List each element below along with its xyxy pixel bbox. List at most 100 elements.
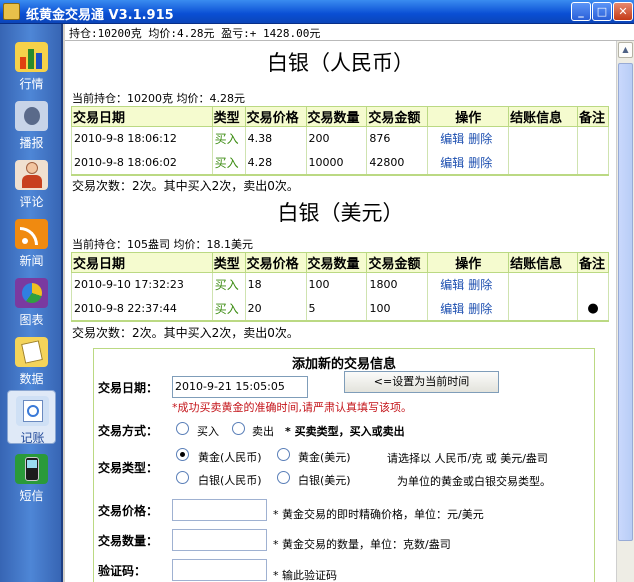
sidebar-item-data[interactable]: 数据 <box>7 332 56 386</box>
radio-gold-usd[interactable] <box>277 448 290 461</box>
radio-silver-rmb-label: 白银(人民币) <box>198 474 262 487</box>
set-current-time-button[interactable]: <=设置为当前时间 <box>344 371 499 393</box>
radio-silver-rmb[interactable] <box>176 471 189 484</box>
trade-date: 2010-9-10 17:32:23 <box>71 272 213 297</box>
sidebar-item-label: 数据 <box>19 372 44 386</box>
sidebar-item-label: 行情 <box>19 77 44 91</box>
title-bar: 纸黄金交易通 V3.1.915 _ □ ✕ <box>0 0 634 24</box>
row-operations: 编辑 删除 <box>427 126 510 151</box>
trade-price-input[interactable] <box>172 499 267 521</box>
trade-price: 4.28 <box>244 150 307 176</box>
row-operations: 编辑 删除 <box>427 296 510 322</box>
column-header: 交易金额 <box>366 252 429 273</box>
trade-amount: 100 <box>366 296 429 322</box>
position-summary: 持仓:10200克 均价:4.28元 盈亏:+ 1428.00元 <box>69 27 321 40</box>
minimize-button[interactable]: _ <box>571 2 591 21</box>
sidebar-item-label: 播报 <box>19 136 44 150</box>
table-row: 2010-9-8 18:06:02 买入 4.28 10000 42800 编辑… <box>71 150 610 176</box>
delete-link[interactable]: 删除 <box>468 132 492 146</box>
sidebar: 行情 播报 评论 新闻 图表 数据 记账 短信 <box>0 24 63 582</box>
edit-link[interactable]: 编辑 <box>440 278 464 292</box>
close-button[interactable]: ✕ <box>613 2 633 21</box>
sidebar-item-label: 评论 <box>19 195 44 209</box>
radio-gold-usd-label: 黄金(美元) <box>298 451 351 464</box>
ledger-content: 白银（人民币） 当前持仓：10200克 均价：4.28元 交易日期 类型 交易价… <box>65 41 616 582</box>
column-header: 类型 <box>211 106 246 127</box>
table-row: 2010-9-10 17:32:23 买入 18 100 1800 编辑 删除 <box>71 272 610 297</box>
section-title-silver-rmb: 白银（人民币） <box>267 51 414 75</box>
edit-link[interactable]: 编辑 <box>440 302 464 316</box>
trade-type: 买入 <box>211 296 246 322</box>
sidebar-item-label: 图表 <box>19 313 44 327</box>
note-marker: ● <box>576 296 610 322</box>
column-header: 类型 <box>211 252 246 273</box>
delete-link[interactable]: 删除 <box>468 156 492 170</box>
sidebar-item-label: 新闻 <box>19 254 44 268</box>
radio-gold-rmb-label: 黄金(人民币) <box>198 451 262 464</box>
sidebar-item-sms[interactable]: 短信 <box>7 449 56 503</box>
trade-qty-input[interactable] <box>172 529 267 551</box>
trade-date: 2010-9-8 18:06:12 <box>71 126 213 151</box>
column-header: 结账信息 <box>508 106 578 127</box>
delete-link[interactable]: 删除 <box>468 302 492 316</box>
scroll-thumb[interactable] <box>618 63 633 541</box>
sidebar-item-quotes[interactable]: 行情 <box>7 37 56 91</box>
column-header: 交易日期 <box>71 106 213 127</box>
sidebar-item-ledger[interactable]: 记账 <box>7 390 56 445</box>
column-header: 交易日期 <box>71 252 213 273</box>
trade-note <box>576 126 610 151</box>
trade-note <box>576 150 610 176</box>
edit-link[interactable]: 编辑 <box>440 132 464 146</box>
trade-date: 2010-9-8 22:37:44 <box>71 296 213 322</box>
trade-price: 4.38 <box>244 126 307 151</box>
radio-gold-rmb[interactable] <box>176 448 189 461</box>
radio-sell[interactable] <box>232 422 245 435</box>
user-comment-icon <box>15 160 48 190</box>
delete-link[interactable]: 删除 <box>468 278 492 292</box>
vertical-scrollbar[interactable]: ▲ <box>616 41 634 582</box>
trade-date-input[interactable]: 2010-9-21 15:05:05 <box>172 376 308 398</box>
maximize-button[interactable]: □ <box>592 2 612 21</box>
column-header: 备注 <box>576 106 610 127</box>
table-row: 2010-9-8 22:37:44 买入 20 5 100 编辑 删除 ● <box>71 296 610 322</box>
sidebar-item-charts[interactable]: 图表 <box>7 273 56 327</box>
trade-price-hint: * 黄金交易的即时精确价格，单位：元/美元 <box>273 508 484 521</box>
trade-kind-hint-2: 为单位的黄金或白银交易类型。 <box>397 475 551 488</box>
phone-sms-icon <box>15 454 48 484</box>
sidebar-item-label: 短信 <box>19 489 44 503</box>
trade-qty: 200 <box>305 126 368 151</box>
app-logo-icon <box>3 3 20 20</box>
radio-buy[interactable] <box>176 422 189 435</box>
trade-type: 买入 <box>211 150 246 176</box>
sidebar-item-comments[interactable]: 评论 <box>7 155 56 209</box>
radio-silver-usd-label: 白银(美元) <box>298 474 351 487</box>
edit-link[interactable]: 编辑 <box>440 156 464 170</box>
trade-type: 买入 <box>211 126 246 151</box>
captcha-label: 验证码： <box>98 564 147 578</box>
trade-qty: 100 <box>305 272 368 297</box>
scroll-up-arrow-icon[interactable]: ▲ <box>618 42 633 58</box>
data-icon <box>15 337 48 367</box>
form-title: 添加新的交易信息 <box>291 357 396 372</box>
trade-amount: 876 <box>366 126 429 151</box>
column-header: 交易金额 <box>366 106 429 127</box>
trade-qty-label: 交易数量： <box>98 534 159 548</box>
trade-qty-hint: * 黄金交易的数量，单位：克数/盎司 <box>273 538 451 551</box>
row-operations: 编辑 删除 <box>427 272 510 297</box>
sidebar-item-news[interactable]: 新闻 <box>7 214 56 268</box>
radio-silver-usd[interactable] <box>277 471 290 484</box>
settlement-info <box>508 296 578 322</box>
trade-summary: 交易次数：2次。其中买入2次，卖出0次。 <box>72 179 299 193</box>
chart-bar-icon <box>15 42 48 72</box>
trade-method-label: 交易方式： <box>98 424 159 438</box>
settlement-info <box>508 150 578 176</box>
column-header: 操作 <box>427 252 510 273</box>
holding-info: 当前持仓：105盎司 均价：18.1美元 <box>72 238 253 251</box>
captcha-input[interactable] <box>172 559 267 581</box>
sidebar-item-broadcast[interactable]: 播报 <box>7 96 56 150</box>
section-title-silver-usd: 白银（美元） <box>277 201 404 225</box>
rss-icon <box>15 219 48 249</box>
trade-date-label: 交易日期： <box>98 381 159 395</box>
trade-type: 买入 <box>211 272 246 297</box>
trade-price-label: 交易价格： <box>98 504 159 518</box>
